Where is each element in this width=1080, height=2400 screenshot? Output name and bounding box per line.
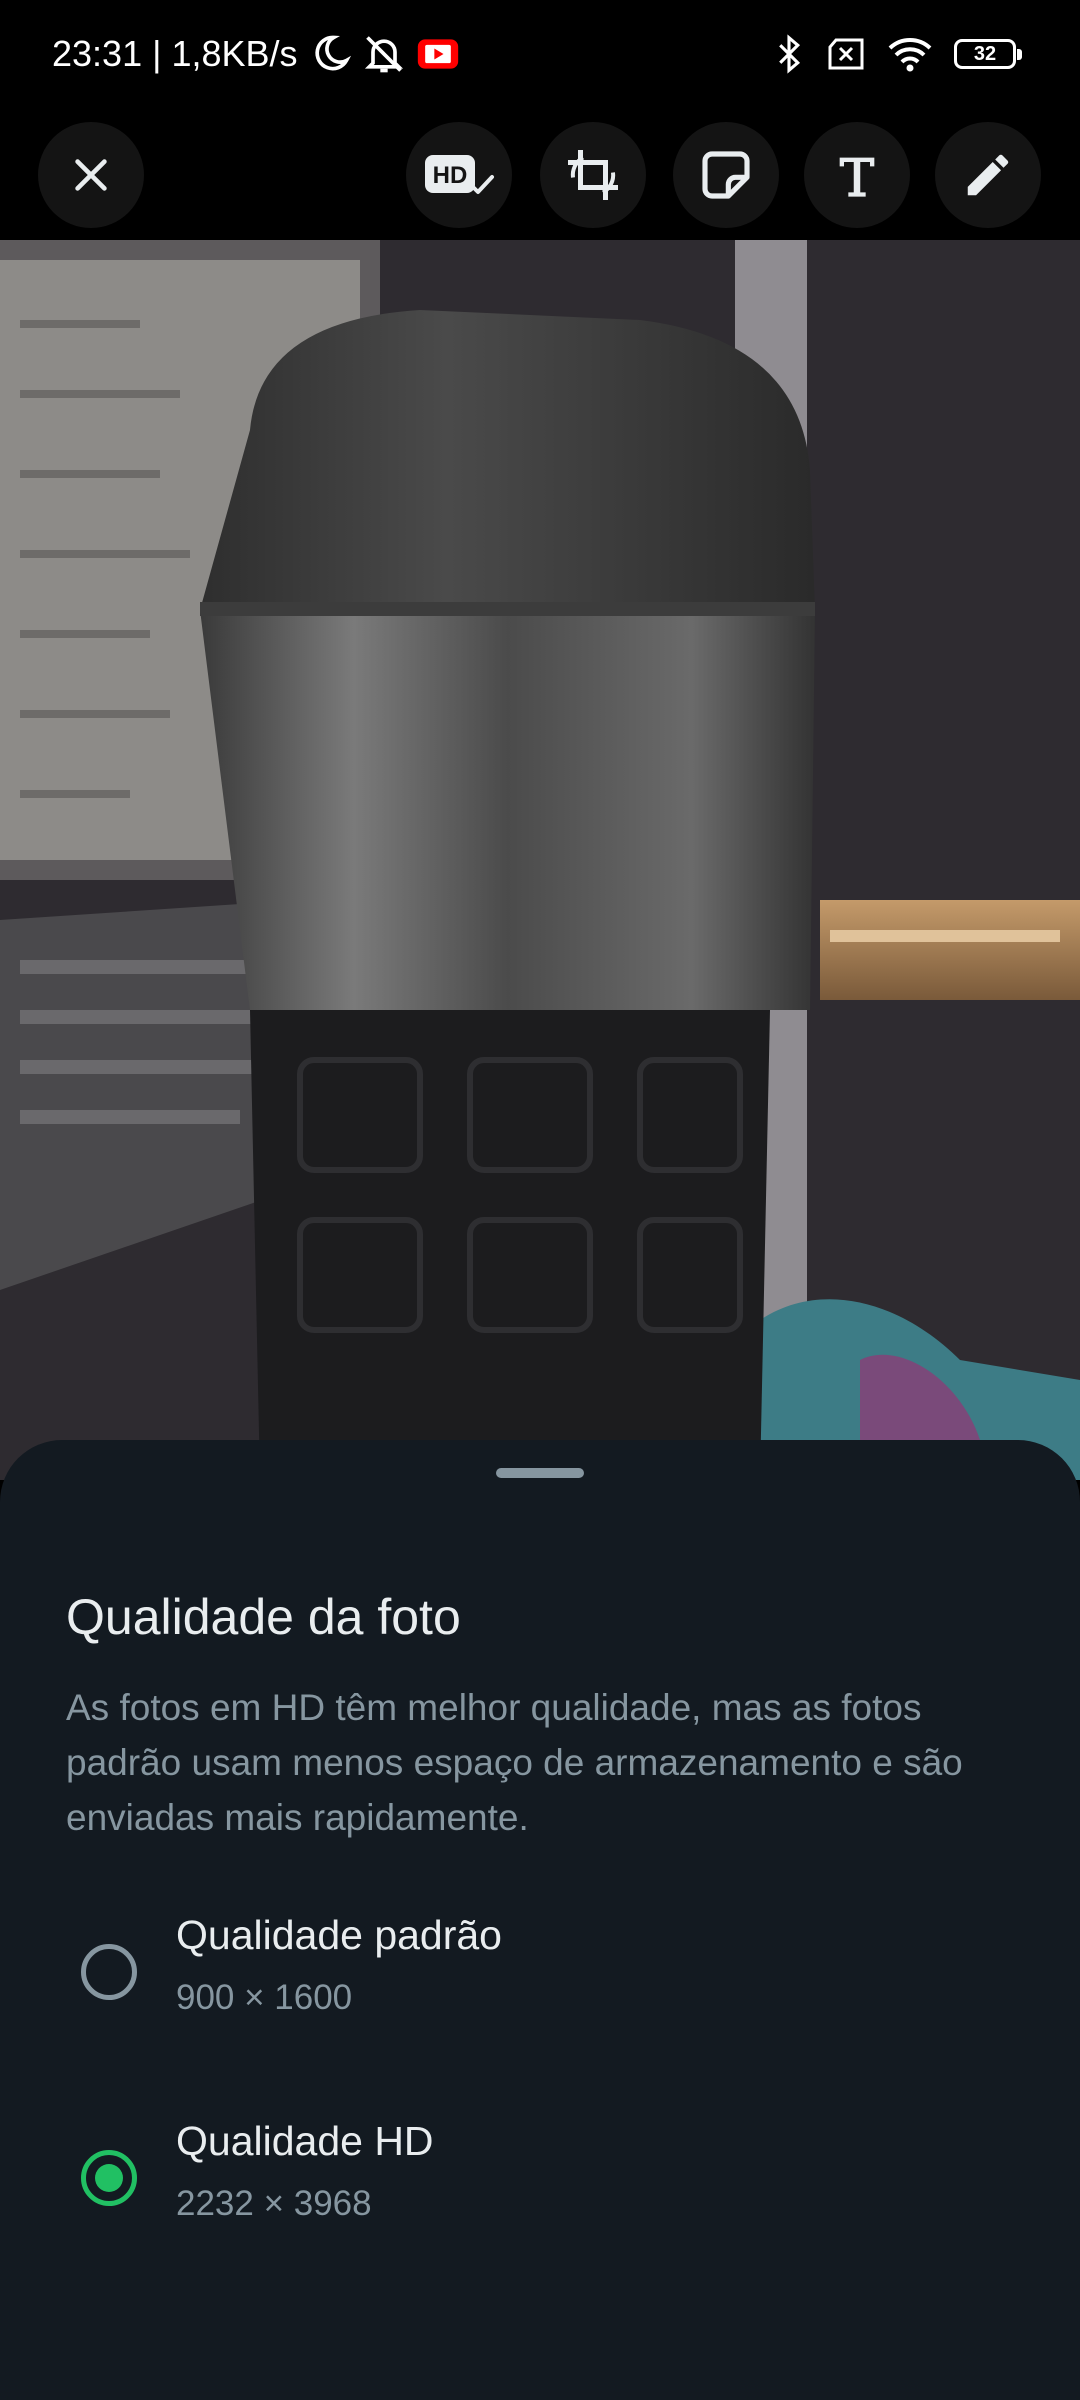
editor-toolbar: HD — [0, 104, 1080, 240]
text-button[interactable] — [804, 122, 910, 228]
photo-editor-screen: 23:31 | 1,8KB/s 32 HD Qualidade da foto … — [0, 0, 1080, 2400]
close-icon — [75, 159, 107, 191]
photo-quality-sheet: Qualidade da foto As fotos em HD têm mel… — [0, 1440, 1080, 2400]
bluetooth-icon — [774, 34, 804, 74]
photo-image — [0, 240, 1080, 1480]
wifi-icon — [888, 36, 932, 72]
status-left: 23:31 | 1,8KB/s — [52, 30, 460, 78]
crop-rotate-icon — [568, 150, 618, 200]
hd-quality-icon: HD — [425, 155, 494, 194]
status-bar: 23:31 | 1,8KB/s 32 — [0, 0, 1080, 104]
photo-preview — [0, 240, 1080, 1480]
status-time-speed: 23:31 | 1,8KB/s — [52, 33, 298, 74]
sheet-description: As fotos em HD têm melhor qualidade, mas… — [66, 1687, 963, 1838]
option-standard-quality[interactable]: Qualidade padrão 900 × 1600 — [0, 1902, 1080, 2052]
sheet-title: Qualidade da foto — [66, 1589, 461, 1645]
pencil-button[interactable] — [935, 122, 1041, 228]
option-label: Qualidade HD — [176, 2118, 434, 2164]
radio-button-unselected[interactable] — [81, 1944, 137, 2000]
muted-bell-icon — [362, 32, 406, 76]
option-resolution: 900 × 1600 — [176, 1978, 353, 2017]
hd-quality-button[interactable]: HD — [406, 122, 512, 228]
status-right: 32 — [774, 30, 1022, 78]
moon-icon — [308, 32, 352, 76]
pencil-icon — [967, 154, 1009, 196]
battery-icon: 32 — [954, 39, 1022, 69]
drag-handle[interactable] — [496, 1468, 584, 1478]
svg-text:HD: HD — [433, 162, 468, 189]
crop-rotate-button[interactable] — [540, 122, 646, 228]
no-sim-icon — [826, 37, 866, 71]
close-button[interactable] — [38, 122, 144, 228]
youtube-icon — [416, 32, 460, 76]
text-icon — [839, 157, 875, 197]
option-label: Qualidade padrão — [176, 1912, 502, 1958]
option-resolution: 2232 × 3968 — [176, 2184, 372, 2223]
radio-button-selected[interactable] — [81, 2150, 137, 2206]
sticker-icon — [702, 151, 750, 199]
battery-level: 32 — [973, 43, 997, 65]
option-hd-quality[interactable]: Qualidade HD 2232 × 3968 — [0, 2108, 1080, 2258]
sticker-button[interactable] — [673, 122, 779, 228]
